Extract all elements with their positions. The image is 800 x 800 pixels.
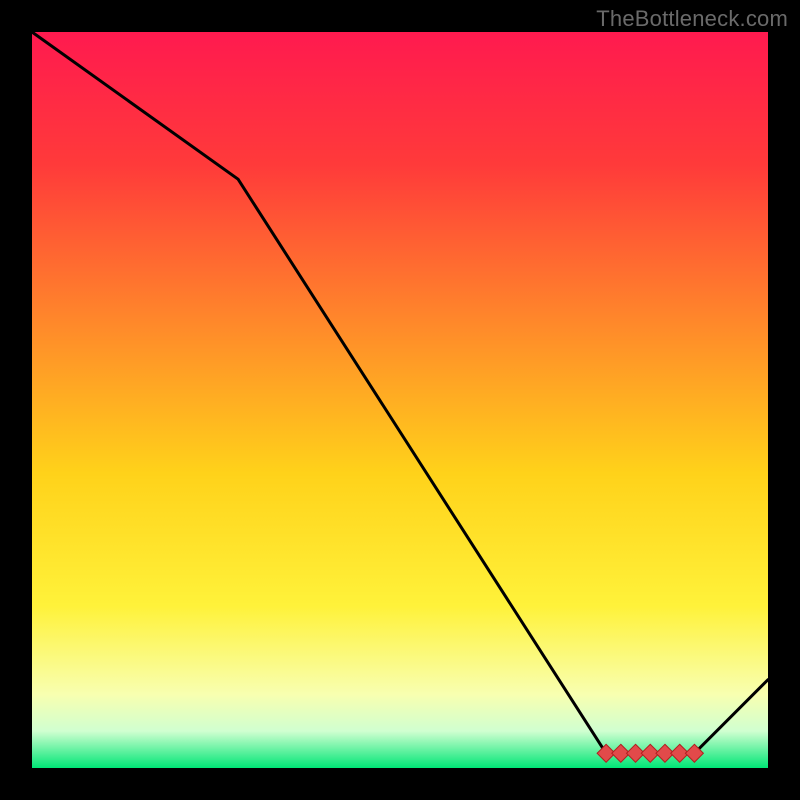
bottleneck-chart: [32, 32, 768, 768]
gradient-background: [32, 32, 768, 768]
attribution-text: TheBottleneck.com: [596, 6, 788, 32]
plot-area: [32, 32, 768, 768]
chart-frame: TheBottleneck.com: [0, 0, 800, 800]
